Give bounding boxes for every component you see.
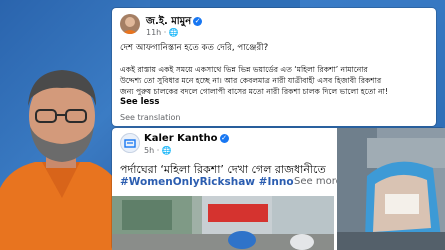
shared-news-card: Kaler Kantho ✓ 5h · 🌐 পর্দাঘেরা ‘মহিলা রি… (112, 128, 445, 250)
post-line-1: দেশ আফগানিস্তান হতে কত দেরি, পাঞ্জেরী? (120, 43, 269, 53)
author-name[interactable]: জ.ই. মামুন (146, 16, 191, 27)
post-meta[interactable]: 11h · 🌐 (146, 28, 179, 37)
rickshaw-photo[interactable] (337, 128, 445, 250)
globe-icon: 🌐 (168, 28, 179, 37)
page-avatar[interactable] (120, 133, 140, 153)
page-name[interactable]: Kaler Kantho (144, 133, 218, 144)
verified-badge-icon: ✓ (219, 133, 229, 143)
newspaper-logo-icon (124, 139, 136, 148)
facebook-post: জ.ই. মামুন ✓ 11h · 🌐 দেশ আফগানিস্তান হতে … (112, 8, 436, 126)
see-more-link[interactable]: See more (294, 176, 342, 187)
see-less-link[interactable]: See less (120, 97, 159, 107)
avatar-image (122, 17, 138, 34)
post-time[interactable]: 11h (146, 28, 161, 37)
see-translation-link[interactable]: See translation (120, 113, 180, 122)
person-photo (0, 70, 125, 250)
author-avatar[interactable] (120, 14, 140, 34)
post-line-2: একই রাস্তায় একই সময়ে একসাথে ভিন্ন ভিন্… (120, 65, 368, 74)
globe-icon: 🌐 (161, 146, 172, 155)
verified-badge-icon: ✓ (193, 16, 203, 26)
page-name-row[interactable]: Kaler Kantho ✓ (144, 133, 229, 144)
share-time[interactable]: 5h (144, 146, 154, 155)
share-meta[interactable]: 5h · 🌐 (144, 146, 172, 155)
post-line-3: উদ্দেশ্য তো সুবিধার মনে হচ্ছে না। আর কেব… (120, 76, 382, 85)
post-line-4: জন্য পুরুষ চালকের বদলে গোলাপী বাসের মতো … (120, 87, 388, 96)
street-photo[interactable] (112, 196, 334, 250)
